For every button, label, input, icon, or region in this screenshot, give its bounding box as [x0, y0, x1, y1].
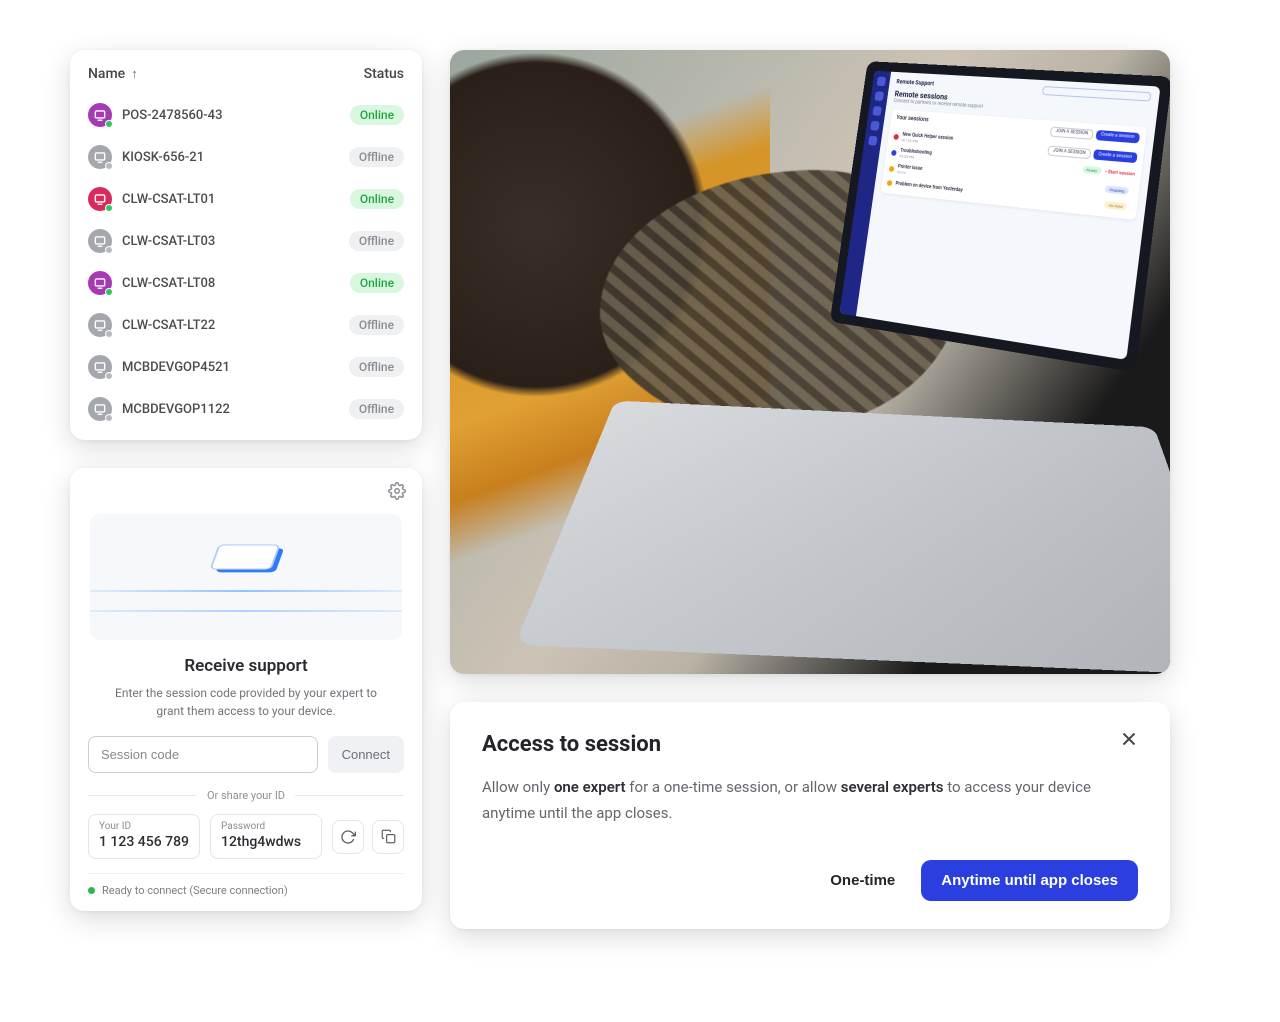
or-divider: Or share your ID [88, 789, 404, 802]
device-icon [88, 271, 112, 295]
close-icon[interactable] [1114, 724, 1144, 758]
device-name: POS-2478560-43 [122, 108, 222, 123]
laptop-start-link: • Start session [1105, 170, 1135, 178]
device-name: CLW-CSAT-LT03 [122, 234, 215, 249]
status-badge: Offline [349, 399, 404, 419]
status-dot-icon [105, 330, 113, 338]
status-dot-icon [88, 887, 95, 894]
device-icon [88, 103, 112, 127]
status-badge: Offline [349, 357, 404, 377]
your-id-label: Your ID [99, 821, 189, 832]
device-row[interactable]: CLW-CSAT-LT01 Online [86, 178, 406, 220]
device-icon [88, 355, 112, 379]
device-row[interactable]: POS-2478560-43 Online [86, 94, 406, 136]
laptop-header: Remote Support [896, 79, 934, 88]
status-dot-icon [105, 288, 113, 296]
device-icon [88, 187, 112, 211]
device-list-card: Name ↑ Status POS-2478560-43 Online KIOSK-… [70, 50, 422, 440]
session-dot-icon [887, 180, 893, 186]
access-description: Allow only one expert for a one-time ses… [482, 775, 1138, 826]
status-badge: Offline [349, 147, 404, 167]
or-text: Or share your ID [207, 789, 285, 802]
device-icon [88, 145, 112, 169]
sort-asc-icon[interactable]: ↑ [131, 66, 138, 82]
device-icon [88, 229, 112, 253]
device-name: MCBDEVGOP4521 [122, 360, 230, 375]
laptop-join-button: JOIN A SESSION [1050, 126, 1093, 139]
device-row[interactable]: KIOSK-656-21 Offline [86, 136, 406, 178]
status-badge: Offline [349, 231, 404, 251]
one-time-button[interactable]: One-time [826, 862, 899, 899]
device-name: CLW-CSAT-LT01 [122, 192, 215, 207]
device-name: MCBDEVGOP1122 [122, 402, 230, 417]
your-id-value: 1 123 456 789 [99, 834, 189, 850]
device-row[interactable]: CLW-CSAT-LT03 Offline [86, 220, 406, 262]
status-dot-icon [105, 120, 113, 128]
laptop-mockup: Remote Support Remote sessions Connect t… [606, 50, 1170, 674]
status-badge: Offline [349, 315, 404, 335]
session-chip: On hold [1104, 201, 1127, 211]
device-row[interactable]: MCBDEVGOP4521 Offline [86, 346, 406, 388]
status-badge: Online [350, 273, 404, 293]
laptop-create-mini: Create a session [1093, 149, 1138, 163]
access-dialog: Access to session Allow only one expert … [450, 702, 1170, 929]
copy-icon[interactable] [372, 820, 404, 854]
status-dot-icon [105, 414, 113, 422]
device-name: KIOSK-656-21 [122, 150, 204, 165]
device-icon [88, 397, 112, 421]
receive-support-card: Receive support Enter the session code p… [70, 468, 422, 911]
anytime-button[interactable]: Anytime until app closes [921, 860, 1138, 901]
device-icon [88, 313, 112, 337]
access-title: Access to session [482, 732, 1138, 757]
device-row[interactable]: CLW-CSAT-LT22 Offline [86, 304, 406, 346]
laptop-join-mini: JOIN A SESSION [1048, 145, 1091, 159]
device-name: CLW-CSAT-LT08 [122, 276, 215, 291]
status-dot-icon [105, 204, 113, 212]
password-label: Password [221, 821, 311, 832]
status-dot-icon [105, 162, 113, 170]
session-dot-icon [893, 133, 899, 139]
status-badge: Online [350, 189, 404, 209]
device-row[interactable]: MCBDEVGOP1122 Offline [86, 388, 406, 430]
col-name[interactable]: Name [88, 66, 125, 82]
refresh-icon[interactable] [332, 820, 364, 854]
laptop-screen-app: Remote Support Remote sessions Connect t… [839, 71, 1160, 360]
session-dot-icon [889, 165, 895, 171]
session-code-input[interactable] [88, 736, 318, 773]
session-chip: Ongoing [1105, 185, 1129, 194]
status-text: Ready to connect (Secure connection) [102, 884, 288, 897]
status-badge: Online [350, 105, 404, 125]
device-row[interactable]: CLW-CSAT-LT08 Online [86, 262, 406, 304]
status-dot-icon [105, 246, 113, 254]
session-chip: Ready [1082, 166, 1102, 175]
gear-icon[interactable] [388, 482, 406, 504]
laptop-create-button: Create a session [1095, 129, 1140, 143]
support-description: Enter the session code provided by your … [88, 684, 404, 736]
password-value: 12thg4wdws [221, 834, 311, 850]
device-name: CLW-CSAT-LT22 [122, 318, 215, 333]
support-illustration [90, 514, 402, 640]
connect-button[interactable]: Connect [328, 736, 404, 773]
laptop-section: Your sessions [896, 114, 929, 123]
device-list-header: Name ↑ Status [86, 64, 406, 94]
lifestyle-photo: Remote Support Remote sessions Connect t… [450, 50, 1170, 674]
your-id-box: Your ID 1 123 456 789 [88, 814, 200, 859]
status-dot-icon [105, 372, 113, 380]
session-dot-icon [891, 149, 897, 155]
col-status[interactable]: Status [364, 66, 404, 82]
support-title: Receive support [88, 656, 404, 676]
password-box: Password 12thg4wdws [210, 814, 322, 859]
connection-status: Ready to connect (Secure connection) [88, 873, 404, 897]
